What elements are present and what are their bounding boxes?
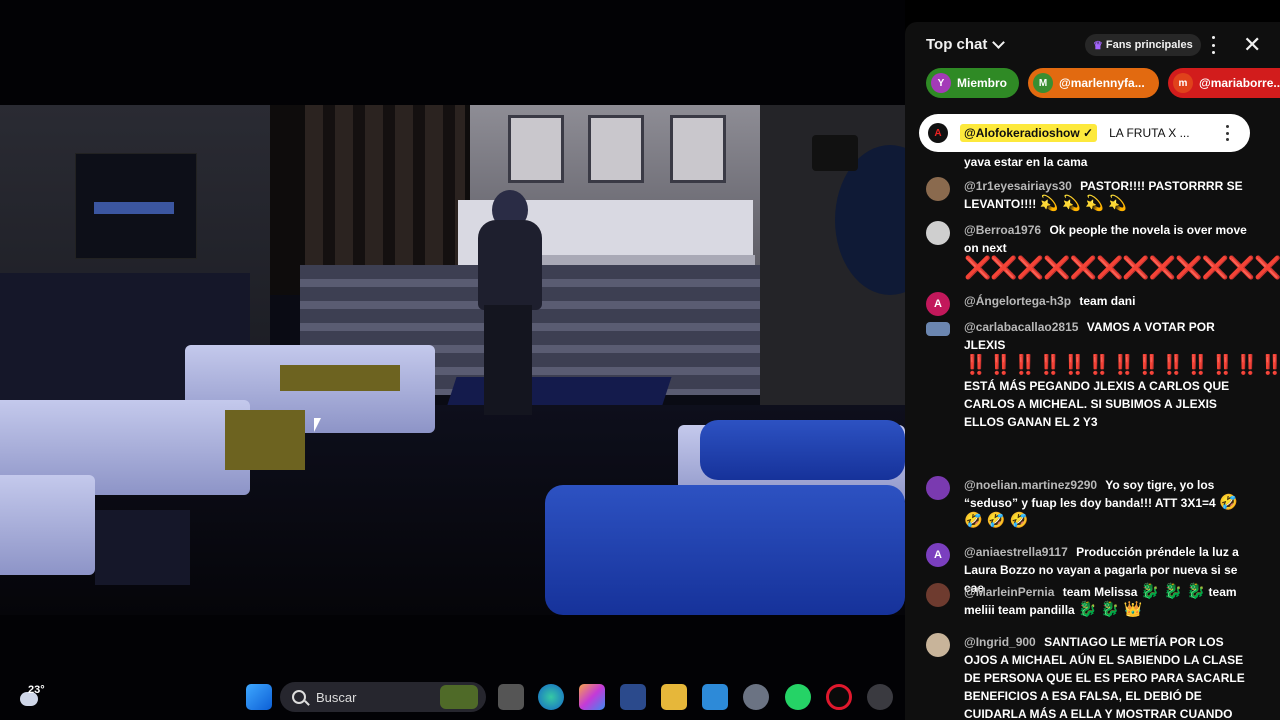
- video-player[interactable]: [0, 0, 905, 720]
- avatar[interactable]: [926, 322, 950, 336]
- avatar[interactable]: A: [926, 543, 950, 567]
- message-text: yava estar en la cama: [964, 155, 1088, 169]
- message-text: team Melissa: [1062, 585, 1138, 599]
- bed: [0, 475, 95, 575]
- author-name[interactable]: @MarleinPernia: [964, 585, 1054, 599]
- top-chat-label: Top chat: [926, 36, 988, 53]
- task-view-icon[interactable]: [498, 684, 524, 710]
- copilot-icon[interactable]: [579, 684, 605, 710]
- bed-cover: [280, 365, 400, 391]
- bed-frame: [95, 510, 190, 585]
- dragon-crown-emoji: 🐉 🐉 👑: [1078, 601, 1143, 618]
- chip-user[interactable]: M @marlennyfa...: [1028, 68, 1159, 98]
- more-options-icon[interactable]: [1226, 125, 1230, 141]
- avatar[interactable]: A: [926, 292, 950, 316]
- avatar[interactable]: [926, 177, 950, 201]
- message-list[interactable]: yava estar en la cama @1r1eyesairiays30 …: [905, 153, 1280, 720]
- chat-header: Top chat ♛ Fans principales ✕: [905, 22, 1280, 68]
- pinned-text: LA FRUTA X ...: [1109, 126, 1190, 140]
- message-text: team dani: [1079, 294, 1136, 308]
- author-name[interactable]: @aniaestrella9117: [964, 545, 1068, 559]
- blanket: [545, 485, 905, 615]
- author-name[interactable]: @1r1eyesairiays30: [964, 179, 1072, 193]
- whatsapp-icon[interactable]: [785, 684, 811, 710]
- search-box[interactable]: Buscar: [280, 682, 486, 712]
- pinned-author: @Alofokeradioshow ✓: [960, 124, 1098, 142]
- chip-row: Y Miembro M @marlennyfa... m @mariaborre…: [925, 68, 1280, 100]
- pinned-message[interactable]: A @Alofokeradioshow ✓ LA FRUTA X ...: [919, 114, 1250, 152]
- chevron-down-icon: [992, 36, 1006, 49]
- chip-label: @marlennyfa...: [1059, 76, 1145, 90]
- blanket: [700, 420, 905, 480]
- crown-icon: ♛: [1093, 39, 1103, 52]
- video-frame: [0, 105, 905, 615]
- avatar: Y: [931, 73, 951, 93]
- channel-avatar: A: [928, 123, 948, 143]
- avatar[interactable]: [926, 221, 950, 245]
- author-name[interactable]: @Berroa1976: [964, 223, 1041, 237]
- avatar: m: [1173, 73, 1193, 93]
- avatar[interactable]: [926, 476, 950, 500]
- chip-label: Miembro: [957, 76, 1008, 90]
- mouse-cursor: [314, 418, 321, 432]
- folder-icon[interactable]: [661, 684, 687, 710]
- store-icon[interactable]: [620, 684, 646, 710]
- dragon-emoji: 🐉 🐉 🐉: [1140, 583, 1206, 600]
- cross-emoji: ❌❌❌❌❌❌❌❌❌❌❌❌❌❌❌❌: [964, 255, 1280, 280]
- avatar[interactable]: [926, 633, 950, 657]
- top-chat-dropdown[interactable]: Top chat: [926, 36, 1006, 53]
- chip-label: @mariaborre...: [1199, 76, 1280, 90]
- start-icon[interactable]: [246, 684, 272, 710]
- search-placeholder: Buscar: [316, 689, 357, 705]
- bed-cover: [225, 410, 305, 470]
- search-highlight-icon: [440, 685, 478, 709]
- weather-widget[interactable]: 23°: [16, 684, 46, 712]
- fans-principales-button[interactable]: ♛ Fans principales: [1085, 34, 1201, 56]
- opera-icon[interactable]: [826, 684, 852, 710]
- author-name[interactable]: @noelian.martinez9290: [964, 478, 1097, 492]
- avatar: M: [1033, 73, 1053, 93]
- poster-graphic: [75, 153, 197, 259]
- fans-label: Fans principales: [1105, 39, 1193, 51]
- settings-icon[interactable]: [743, 684, 769, 710]
- chip-member[interactable]: Y Miembro: [926, 68, 1019, 98]
- camera-display: [812, 135, 858, 171]
- author-name[interactable]: @carlabacallao2815: [964, 320, 1078, 334]
- more-options-icon[interactable]: [1210, 36, 1216, 54]
- screen: 23° Buscar Top chat ♛ Fans principales ✕: [0, 0, 1280, 720]
- double-exclamation-emoji: ‼️‼️‼️‼️‼️‼️‼️‼️‼️‼️‼️‼️‼️‼️‼️‼️‼️‼️‼️‼️…: [964, 355, 1280, 376]
- message-text-continued: ESTÁ MÁS PEGANDO JLEXIS A CARLOS QUE CAR…: [964, 379, 1230, 429]
- avatar[interactable]: [926, 583, 950, 607]
- author-name[interactable]: @Ingrid_900: [964, 635, 1036, 649]
- obs-icon[interactable]: [867, 684, 893, 710]
- dizzy-emoji: 💫 💫 💫 💫: [1039, 195, 1127, 212]
- close-icon[interactable]: ✕: [1243, 34, 1261, 56]
- search-icon: [292, 690, 306, 704]
- edge-icon[interactable]: [538, 684, 564, 710]
- author-name[interactable]: @Ángelortega-h3p: [964, 294, 1071, 308]
- temperature-label: 23°: [28, 684, 45, 696]
- person: [470, 190, 550, 420]
- live-chat-panel: Top chat ♛ Fans principales ✕ Y Miembro …: [905, 22, 1280, 720]
- app-icon[interactable]: [702, 684, 728, 710]
- chip-user[interactable]: m @mariaborre...: [1168, 68, 1280, 98]
